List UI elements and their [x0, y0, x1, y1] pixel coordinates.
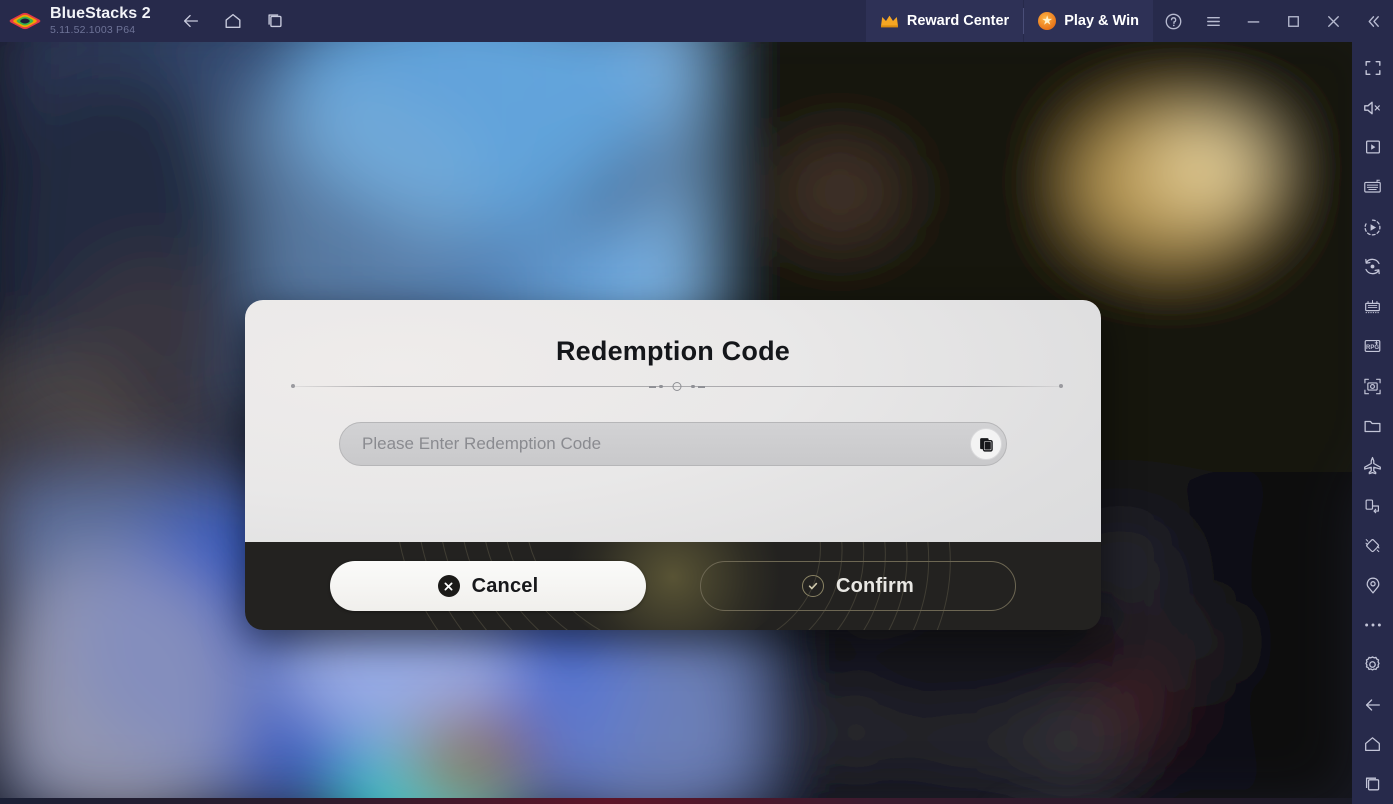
confirm-button-label: Confirm	[835, 574, 915, 597]
mute-icon	[1362, 98, 1383, 118]
location-icon	[1363, 575, 1383, 596]
sidebar-item-back[interactable]	[1352, 685, 1393, 725]
sidebar-item-macro-recorder[interactable]	[1352, 207, 1393, 247]
sidebar-item-settings[interactable]	[1352, 645, 1393, 685]
sidebar-item-keyboard-controls[interactable]	[1352, 167, 1393, 207]
app-identity: BlueStacks 2 5.11.52.1003 P64	[50, 6, 151, 36]
app-version: 5.11.52.1003 P64	[50, 24, 136, 37]
dialog-title: Redemption Code	[555, 336, 790, 366]
sidebar-item-fullscreen[interactable]	[1352, 48, 1393, 88]
sidebar-item-script[interactable]	[1352, 247, 1393, 287]
keymapping-icon	[1363, 137, 1383, 157]
back-icon[interactable]	[175, 5, 207, 37]
media-folder-icon	[1362, 416, 1383, 436]
bluestacks-sidebar: RPG	[1352, 42, 1393, 804]
bluestacks-titlebar: BlueStacks 2 5.11.52.1003 P64 Reward Cen…	[0, 0, 1393, 42]
sidebar-item-home[interactable]	[1352, 725, 1393, 765]
sidebar-item-shake[interactable]	[1352, 526, 1393, 566]
crown-icon	[880, 14, 899, 28]
bluestacks-logo-icon	[8, 6, 42, 36]
dialog-body: Redemption Code	[245, 300, 1101, 542]
shake-icon	[1362, 535, 1383, 556]
sidebar-item-rotate[interactable]	[1352, 486, 1393, 526]
svg-text:RPG: RPG	[1366, 346, 1379, 352]
close-icon[interactable]	[1313, 0, 1353, 42]
sidebar-item-recents[interactable]	[1352, 764, 1393, 804]
star-badge-icon: ★	[1038, 12, 1057, 30]
reward-center-button[interactable]: Reward Center	[865, 0, 1024, 42]
reward-center-label: Reward Center	[906, 13, 1010, 29]
check-circle-icon	[801, 575, 824, 597]
bluestacks-window: UID:801707500 Redemption Code	[0, 0, 1393, 804]
game-viewport[interactable]: UID:801707500 Redemption Code	[0, 42, 1352, 804]
app-name: BlueStacks 2	[50, 5, 151, 23]
sidebar-item-game-controls[interactable]	[1352, 128, 1393, 168]
sidebar-item-media-manager[interactable]	[1352, 406, 1393, 446]
script-icon	[1362, 256, 1383, 277]
rpg-mode-icon: RPG	[1362, 336, 1383, 356]
bottom-accent-strip	[0, 798, 1352, 804]
sidebar-item-mute[interactable]	[1352, 88, 1393, 128]
play-and-win-button[interactable]: ★ Play & Win	[1024, 0, 1153, 42]
redemption-code-input[interactable]	[339, 422, 1007, 466]
sidebar-item-more[interactable]	[1352, 605, 1393, 645]
keyboard-icon	[1362, 177, 1383, 197]
collapse-sidebar-icon[interactable]	[1353, 0, 1393, 42]
sidebar-item-screenshot[interactable]	[1352, 366, 1393, 406]
recents-icon[interactable]	[259, 5, 291, 37]
recents-icon	[1362, 774, 1383, 794]
cancel-button-label: Cancel	[471, 574, 539, 597]
sidebar-item-location[interactable]	[1352, 565, 1393, 605]
cancel-button[interactable]: Cancel	[330, 561, 646, 611]
multi-instance-icon	[1362, 297, 1383, 317]
fullscreen-icon	[1363, 58, 1383, 78]
play-and-win-label: Play & Win	[1064, 13, 1139, 29]
confirm-button[interactable]: Confirm	[700, 561, 1016, 611]
close-circle-icon	[437, 575, 460, 597]
paste-icon[interactable]	[970, 428, 1002, 460]
redemption-code-dialog: Redemption Code Please Enter Redemption …	[245, 300, 1101, 630]
sidebar-item-multi-instance[interactable]	[1352, 287, 1393, 327]
macro-record-icon	[1362, 217, 1383, 238]
home-icon	[1362, 734, 1383, 754]
more-icon	[1363, 621, 1383, 629]
minimize-icon[interactable]	[1233, 0, 1273, 42]
redemption-code-field[interactable]	[339, 422, 1007, 466]
dialog-footer: Cancel Confirm	[245, 542, 1101, 630]
screenshot-icon	[1362, 376, 1383, 397]
menu-icon[interactable]	[1193, 0, 1233, 42]
window-controls	[1153, 0, 1393, 42]
back-icon	[1362, 695, 1383, 715]
rotate-screen-icon	[1362, 496, 1383, 516]
sidebar-item-rpg-mode[interactable]: RPG	[1352, 327, 1393, 367]
gear-icon	[1362, 654, 1383, 675]
sidebar-item-eco-mode[interactable]	[1352, 446, 1393, 486]
home-icon[interactable]	[217, 5, 249, 37]
help-icon[interactable]	[1153, 0, 1193, 42]
android-nav-controls	[175, 5, 291, 37]
airplane-icon	[1362, 455, 1383, 476]
title-divider	[291, 380, 1063, 394]
maximize-icon[interactable]	[1273, 0, 1313, 42]
